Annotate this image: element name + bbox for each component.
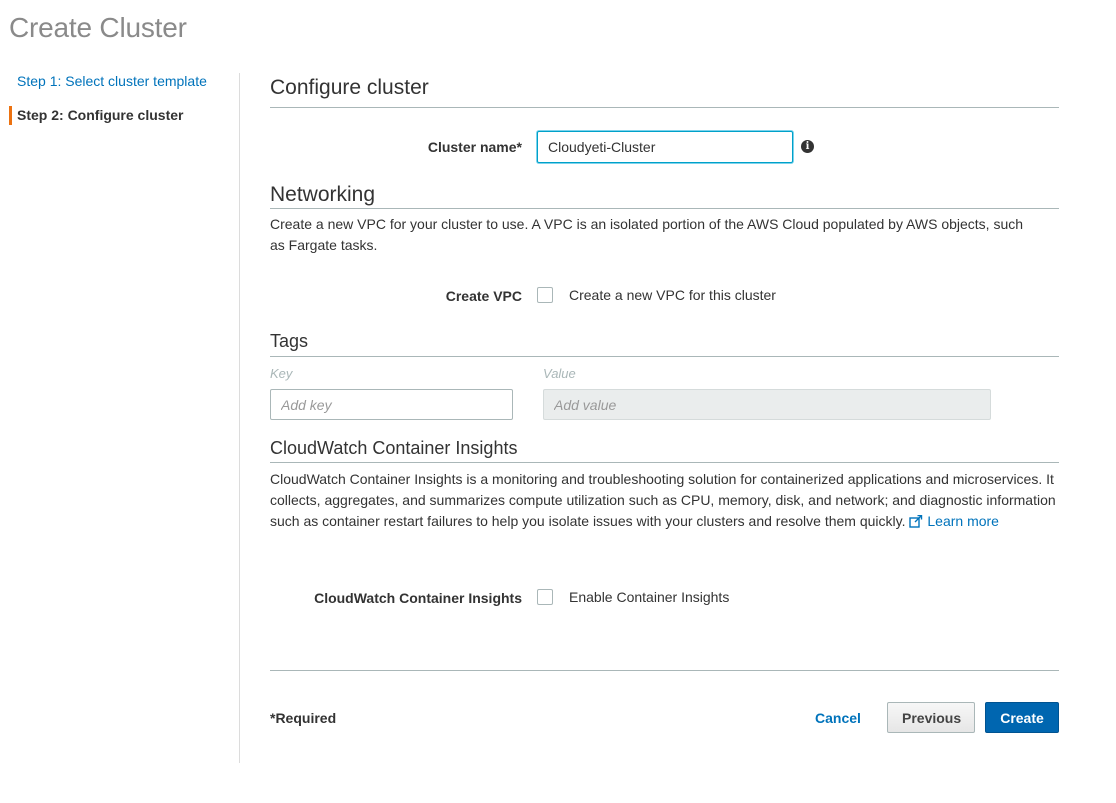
- create-vpc-checkbox[interactable]: [537, 287, 553, 303]
- step-2-current: Step 2: Configure cluster: [17, 107, 184, 123]
- networking-heading: Networking: [270, 183, 376, 206]
- create-vpc-label: Create VPC: [445, 288, 522, 304]
- insights-field-label: CloudWatch Container Insights: [314, 590, 522, 606]
- section-divider: [270, 107, 1059, 108]
- sidebar-divider: [239, 73, 240, 763]
- section-divider: [270, 462, 1059, 463]
- section-divider: [270, 208, 1059, 209]
- section-divider: [270, 356, 1059, 357]
- cluster-name-input[interactable]: [537, 131, 793, 163]
- enable-insights-checkbox[interactable]: [537, 589, 553, 605]
- step-1-link[interactable]: Step 1: Select cluster template: [17, 73, 207, 89]
- required-note: *Required: [270, 710, 337, 726]
- external-link-icon: [909, 515, 923, 528]
- tag-value-input: [543, 389, 991, 420]
- learn-more-link[interactable]: Learn more: [909, 513, 999, 529]
- networking-description: Create a new VPC for your cluster to use…: [270, 216, 1024, 253]
- tag-key-header: Key: [270, 366, 293, 381]
- enable-insights-checkbox-text: Enable Container Insights: [569, 589, 730, 605]
- create-button[interactable]: Create: [985, 702, 1059, 733]
- insights-heading: CloudWatch Container Insights: [270, 438, 518, 458]
- tag-key-input[interactable]: [270, 389, 513, 420]
- cluster-name-label: Cluster name*: [427, 139, 522, 155]
- tag-value-header: Value: [543, 366, 576, 381]
- tags-heading: Tags: [270, 331, 309, 351]
- info-icon[interactable]: i: [801, 140, 814, 153]
- learn-more-text[interactable]: Learn more: [927, 513, 999, 529]
- configure-cluster-heading: Configure cluster: [270, 76, 429, 99]
- page-title: Create Cluster: [9, 12, 187, 43]
- insights-description: CloudWatch Container Insights is a monit…: [270, 469, 1059, 532]
- footer-divider: [270, 670, 1059, 671]
- cancel-button[interactable]: Cancel: [815, 710, 861, 726]
- previous-button[interactable]: Previous: [887, 702, 975, 733]
- create-vpc-checkbox-text: Create a new VPC for this cluster: [569, 287, 776, 303]
- active-step-marker: [9, 106, 12, 125]
